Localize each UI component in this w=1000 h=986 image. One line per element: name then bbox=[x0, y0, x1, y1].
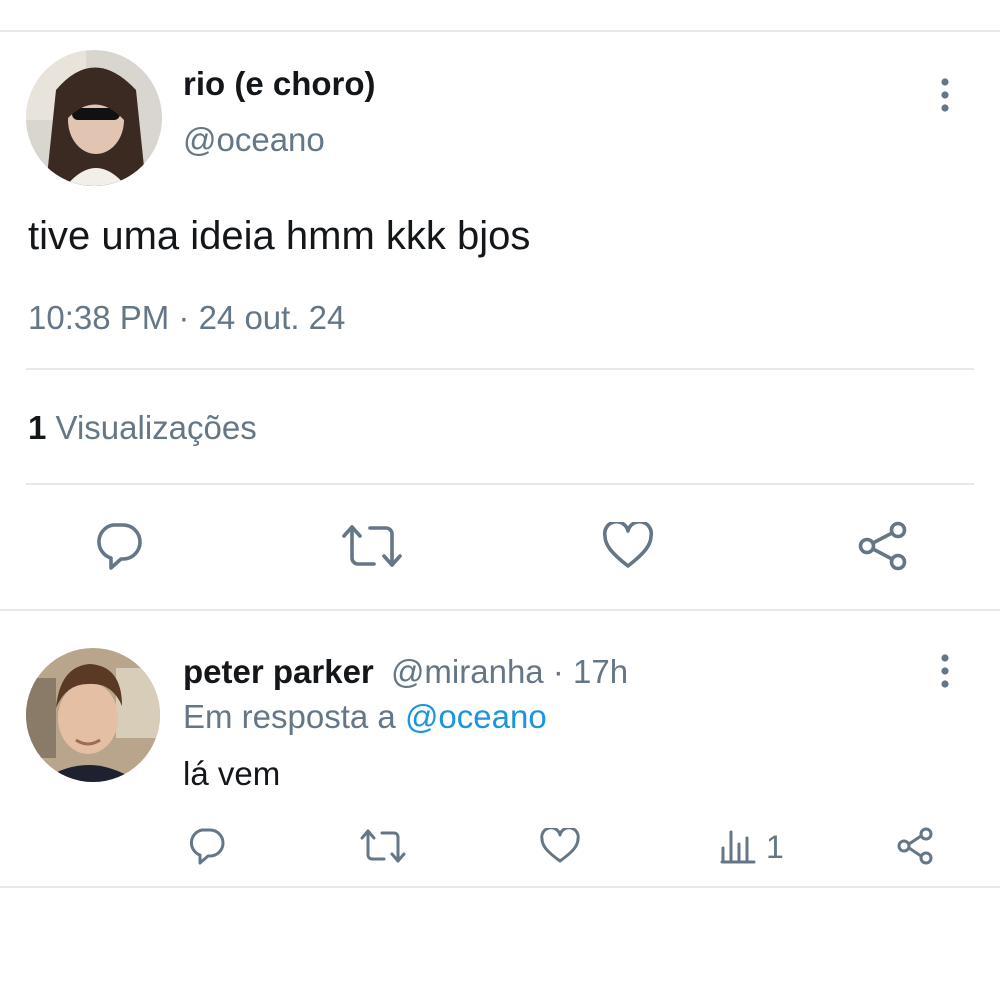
in-reply-handle-link[interactable]: @oceano bbox=[405, 698, 547, 735]
views-label: Visualizações bbox=[55, 409, 257, 446]
reply-more-options-icon[interactable] bbox=[934, 654, 956, 688]
divider-timestamp bbox=[26, 368, 974, 370]
divider-views bbox=[26, 483, 974, 485]
reply-views-icon[interactable] bbox=[720, 828, 756, 864]
reply-heart-icon[interactable] bbox=[540, 828, 580, 864]
reply-share-icon[interactable] bbox=[896, 826, 936, 866]
display-name[interactable]: rio (e choro) bbox=[183, 65, 376, 103]
reply-avatar[interactable] bbox=[26, 648, 160, 782]
reply-handle[interactable]: @miranha bbox=[391, 653, 544, 690]
in-reply-to: Em resposta a @oceano bbox=[183, 698, 547, 736]
divider-thread bbox=[0, 609, 1000, 611]
reply-time[interactable]: · 17h bbox=[553, 653, 628, 690]
share-icon[interactable] bbox=[856, 520, 912, 572]
tweet-text: tive uma ideia hmm kkk bjos bbox=[28, 214, 531, 258]
reply-icon[interactable] bbox=[92, 520, 144, 572]
views-row[interactable]: 1 Visualizações bbox=[28, 409, 257, 447]
retweet-icon[interactable] bbox=[340, 522, 404, 570]
handle[interactable]: @oceano bbox=[183, 121, 325, 159]
avatar[interactable] bbox=[26, 50, 162, 186]
heart-icon[interactable] bbox=[602, 522, 654, 570]
reply-retweet-icon[interactable] bbox=[359, 828, 407, 864]
top-divider bbox=[0, 30, 1000, 32]
reply-reply-icon[interactable] bbox=[186, 826, 226, 866]
more-options-icon[interactable] bbox=[934, 78, 956, 112]
tweet-timestamp[interactable]: 10:38 PM · 24 out. 24 bbox=[28, 299, 345, 337]
reply-text: lá vem bbox=[183, 755, 281, 792]
views-count: 1 bbox=[28, 409, 47, 446]
divider-bottom bbox=[0, 886, 1000, 888]
in-reply-prefix: Em resposta a bbox=[183, 698, 396, 735]
reply-header: peter parker @miranha · 17h bbox=[183, 653, 628, 691]
reply-views-count: 1 bbox=[766, 829, 784, 865]
reply-display-name[interactable]: peter parker bbox=[183, 653, 374, 690]
